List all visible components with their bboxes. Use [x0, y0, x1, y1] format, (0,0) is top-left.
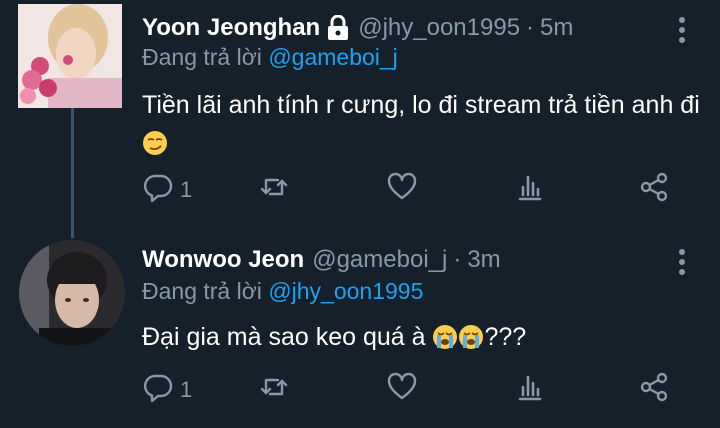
timestamp[interactable]: 3m — [467, 246, 500, 274]
mention-link[interactable]: @gameboi_j — [268, 44, 397, 70]
tweet-text-content: Tiền lãi anh tính r cưng, lo đi stream t… — [142, 91, 700, 119]
user-handle[interactable]: @gameboi_j — [312, 246, 447, 274]
share-button[interactable] — [638, 372, 670, 408]
tweet[interactable]: Wonwoo Jeon @gameboi_j · 3m Đang trả lời… — [0, 232, 720, 428]
crying-emoji-icon — [432, 323, 458, 349]
lock-icon — [326, 14, 350, 41]
tweet-actions: 1 — [142, 372, 682, 408]
analytics-button[interactable] — [514, 172, 546, 208]
timestamp[interactable]: 5m — [540, 14, 573, 42]
smirk-emoji-icon — [142, 129, 168, 155]
mention-link[interactable]: @jhy_oon1995 — [268, 278, 423, 304]
reply-icon — [142, 371, 174, 409]
tweet-text-content: Đại gia mà sao keo quá à — [142, 323, 426, 351]
display-name[interactable]: Wonwoo Jeon — [142, 246, 304, 274]
like-button[interactable] — [386, 372, 418, 408]
avatar[interactable] — [18, 4, 122, 108]
retweet-icon — [258, 371, 290, 409]
replying-to-label: Đang trả lời — [142, 44, 262, 70]
user-handle[interactable]: @jhy_oon1995 — [358, 14, 520, 42]
separator-dot: · — [453, 246, 462, 273]
avatar[interactable] — [19, 240, 125, 346]
share-button[interactable] — [638, 172, 670, 208]
retweet-button[interactable] — [258, 172, 290, 208]
tweet-text-suffix: ??? — [484, 323, 527, 351]
reply-count: 1 — [180, 177, 193, 202]
share-icon — [638, 171, 670, 209]
replying-to: Đang trả lời @jhy_oon1995 — [142, 278, 423, 305]
reply-icon — [142, 171, 174, 209]
more-vertical-icon[interactable] — [678, 16, 686, 44]
reply-count: 1 — [180, 377, 193, 402]
separator-dot: · — [526, 14, 535, 41]
reply-button[interactable]: 1 — [142, 172, 192, 208]
heart-icon — [386, 171, 418, 209]
retweet-button[interactable] — [258, 372, 290, 408]
retweet-icon — [258, 171, 290, 209]
analytics-icon — [514, 371, 546, 409]
tweet-actions: 1 — [142, 172, 682, 208]
analytics-button[interactable] — [514, 372, 546, 408]
like-button[interactable] — [386, 172, 418, 208]
heart-icon — [386, 371, 418, 409]
more-vertical-icon[interactable] — [678, 248, 686, 276]
crying-emoji-icon — [458, 323, 484, 349]
tweet-text: Đại gia mà sao keo quá à ??? — [142, 318, 702, 356]
replying-to-label: Đang trả lời — [142, 278, 262, 304]
display-name[interactable]: Yoon Jeonghan — [142, 14, 320, 42]
tweet-header: Wonwoo Jeon @gameboi_j · 3m — [142, 242, 501, 278]
tweet-header: Yoon Jeonghan @jhy_oon1995 · 5m — [142, 10, 573, 46]
tweet-text: Tiền lãi anh tính r cưng, lo đi stream t… — [142, 86, 702, 162]
analytics-icon — [514, 171, 546, 209]
reply-button[interactable]: 1 — [142, 372, 192, 408]
replying-to: Đang trả lời @gameboi_j — [142, 44, 398, 71]
share-icon — [638, 371, 670, 409]
tweet[interactable]: Yoon Jeonghan @jhy_oon1995 · 5m Đang trả… — [0, 0, 720, 230]
